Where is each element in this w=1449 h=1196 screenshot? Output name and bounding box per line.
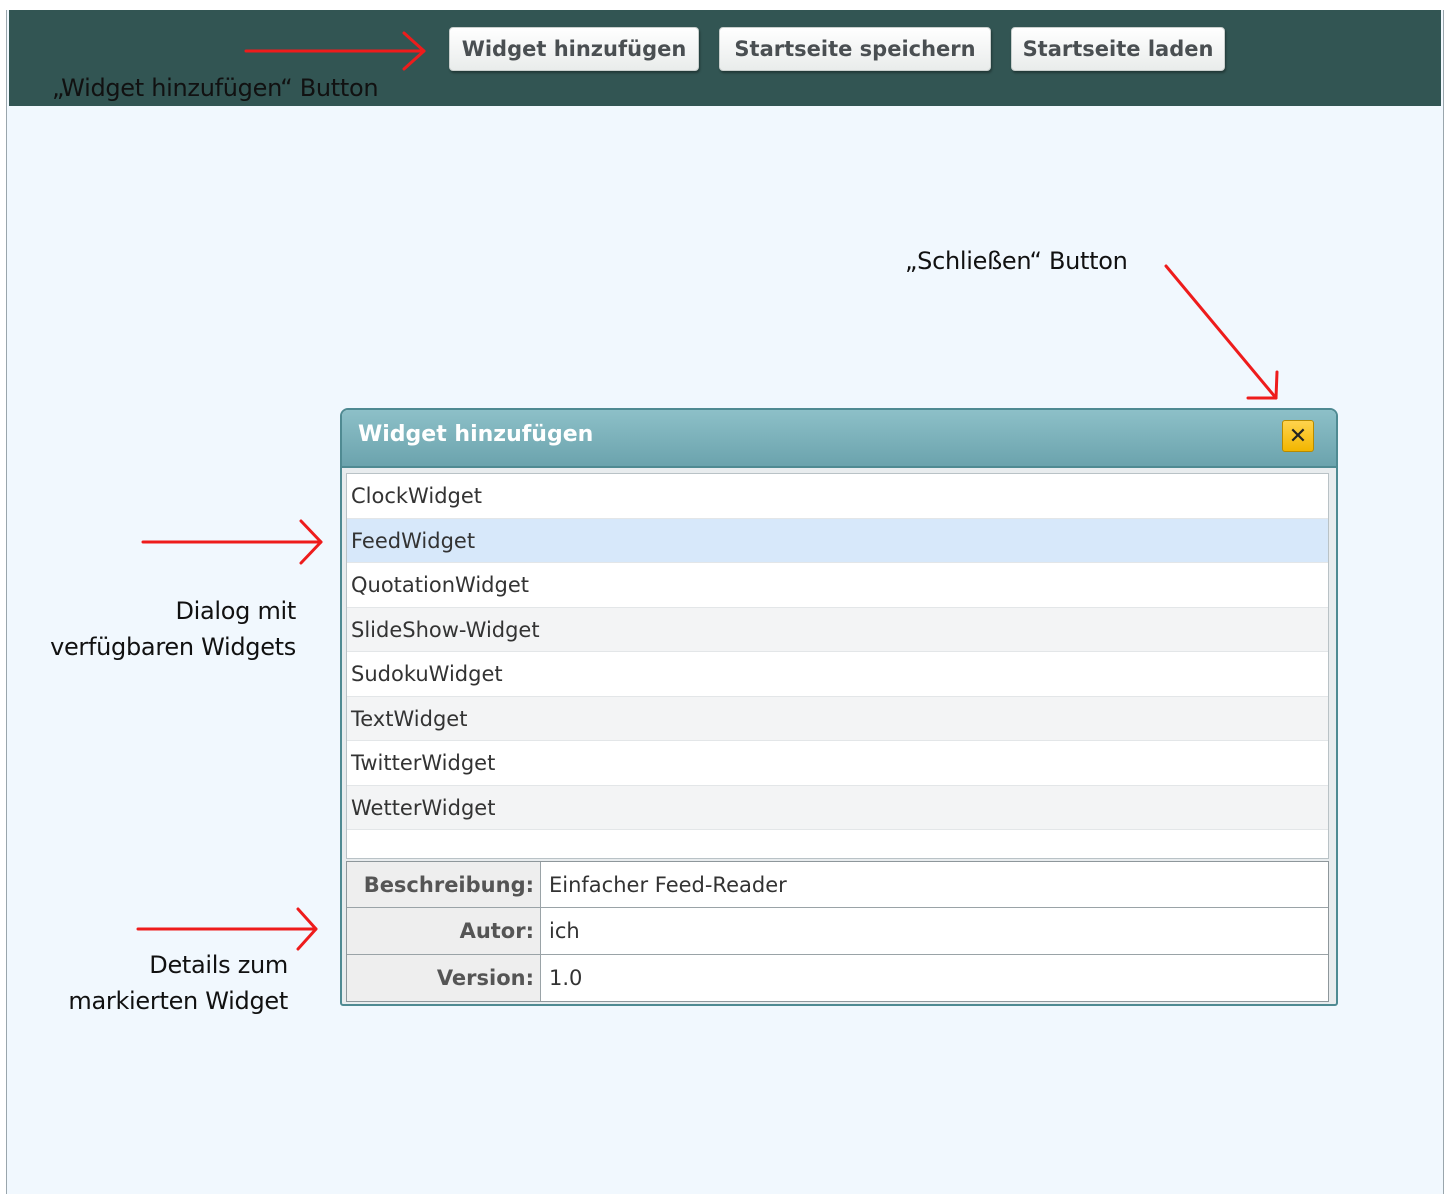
details-row: Autor: ich: [347, 908, 1328, 955]
arrow-to-widget-list: [141, 519, 323, 565]
widget-list-item[interactable]: TextWidget: [347, 696, 1328, 741]
arrow-to-add-button: [244, 31, 426, 71]
widget-list-item[interactable]: WetterWidget: [347, 785, 1328, 830]
widget-list-item[interactable]: QuotationWidget: [347, 563, 1328, 608]
dialog-titlebar[interactable]: Widget hinzufügen ✕: [342, 410, 1336, 468]
close-icon[interactable]: ✕: [1282, 420, 1314, 452]
add-widget-dialog: Widget hinzufügen ✕ ClockWidget FeedWidge…: [340, 408, 1338, 1006]
details-value: ich: [549, 919, 580, 944]
widget-details-table: Beschreibung: Einfacher Feed-Reader Autor:…: [346, 861, 1329, 1002]
details-label: Version:: [347, 954, 541, 1001]
details-row: Beschreibung: Einfacher Feed-Reader: [347, 862, 1328, 909]
widget-list-item[interactable]: SudokuWidget: [347, 652, 1328, 697]
arrow-to-details: [136, 907, 318, 951]
dialog-title: Widget hinzufügen: [358, 422, 594, 447]
details-row: Version: 1.0: [347, 954, 1328, 1001]
widget-list-item[interactable]: ClockWidget: [347, 474, 1328, 519]
widget-list: ClockWidget FeedWidget QuotationWidget Slid…: [346, 473, 1329, 859]
details-label: Autor:: [347, 908, 541, 954]
details-value: 1.0: [549, 965, 583, 990]
widget-list-item[interactable]: SlideShow-Widget: [347, 607, 1328, 652]
details-label: Beschreibung:: [347, 862, 541, 908]
arrow-to-close-button: [1164, 264, 1279, 400]
widget-list-item[interactable]: TwitterWidget: [347, 741, 1328, 786]
widget-list-item[interactable]: FeedWidget: [347, 518, 1328, 563]
details-value: Einfacher Feed-Reader: [549, 873, 787, 897]
